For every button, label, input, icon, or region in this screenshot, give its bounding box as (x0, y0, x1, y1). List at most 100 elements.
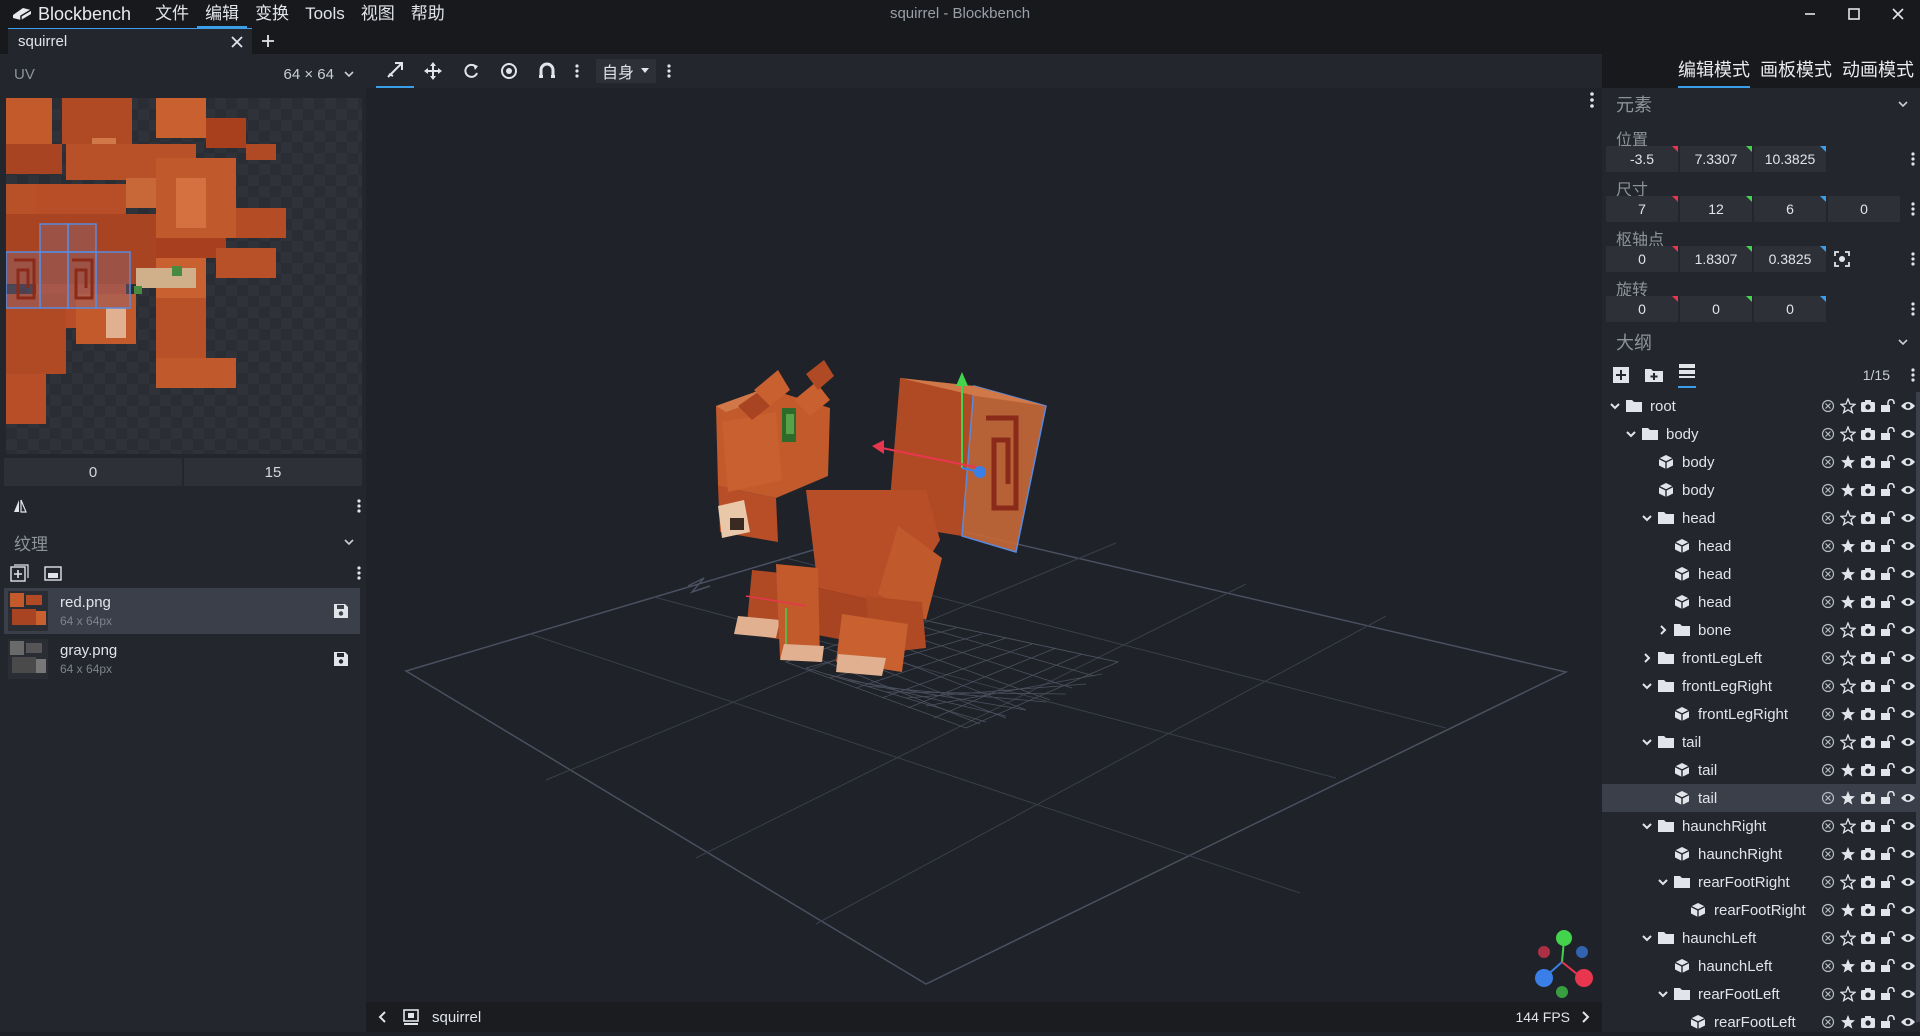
lock-icon[interactable] (1879, 840, 1896, 868)
lock-icon[interactable] (1879, 728, 1896, 756)
outliner-group-row[interactable]: tail (1602, 728, 1920, 756)
visibility-eye-icon[interactable] (1899, 532, 1916, 560)
render-camera-icon[interactable] (1859, 896, 1876, 924)
menu-help[interactable]: 帮助 (403, 0, 453, 28)
chevron-down-icon[interactable] (1656, 868, 1670, 896)
visibility-eye-icon[interactable] (1899, 728, 1916, 756)
outliner-group-row[interactable]: head (1602, 504, 1920, 532)
render-camera-icon[interactable] (1859, 448, 1876, 476)
more-options-icon[interactable] (356, 498, 362, 514)
render-camera-icon[interactable] (1859, 616, 1876, 644)
outliner-cube-row[interactable]: tail (1602, 784, 1920, 812)
export-toggle-icon[interactable] (1819, 924, 1836, 952)
render-camera-icon[interactable] (1859, 560, 1876, 588)
export-toggle-icon[interactable] (1819, 672, 1836, 700)
outliner-group-row[interactable]: body (1602, 420, 1920, 448)
render-camera-icon[interactable] (1859, 756, 1876, 784)
outliner-group-row[interactable]: rearFootLeft (1602, 980, 1920, 1008)
position-z-input[interactable]: 10.3825 (1754, 146, 1826, 172)
shade-star-icon[interactable] (1839, 560, 1856, 588)
more-options-icon[interactable] (1910, 251, 1916, 267)
outliner-cube-row[interactable]: haunchRight (1602, 840, 1920, 868)
render-camera-icon[interactable] (1859, 420, 1876, 448)
lock-icon[interactable] (1879, 756, 1896, 784)
visibility-eye-icon[interactable] (1899, 700, 1916, 728)
outliner-scrollbar[interactable] (1916, 392, 1920, 1022)
visibility-eye-icon[interactable] (1899, 448, 1916, 476)
pivot-x-input[interactable]: 0 (1606, 246, 1678, 272)
lock-icon[interactable] (1879, 560, 1896, 588)
chevron-down-icon[interactable] (1640, 812, 1654, 840)
add-texture-icon[interactable] (10, 564, 30, 582)
add-group-icon[interactable] (1644, 366, 1664, 384)
visibility-eye-icon[interactable] (1899, 784, 1916, 812)
lock-icon[interactable] (1879, 616, 1896, 644)
3d-viewport[interactable] (366, 88, 1602, 1002)
lock-icon[interactable] (1879, 448, 1896, 476)
textures-panel-header[interactable]: 纹理 (0, 522, 366, 562)
menu-transform[interactable]: 变换 (247, 0, 297, 28)
render-camera-icon[interactable] (1859, 728, 1876, 756)
lock-icon[interactable] (1879, 672, 1896, 700)
chevron-down-icon[interactable] (1640, 504, 1654, 532)
save-texture-button[interactable] (328, 603, 354, 619)
lock-icon[interactable] (1879, 392, 1896, 420)
more-options-icon[interactable] (1590, 92, 1594, 108)
lock-icon[interactable] (1879, 476, 1896, 504)
save-texture-button[interactable] (328, 651, 354, 667)
project-tab-squirrel[interactable]: squirrel (8, 28, 252, 54)
menu-edit[interactable]: 编辑 (197, 0, 248, 28)
uv-field-1[interactable]: 15 (184, 458, 362, 486)
chevron-down-icon[interactable] (1656, 980, 1670, 1008)
size-z-input[interactable]: 6 (1754, 196, 1826, 222)
visibility-eye-icon[interactable] (1899, 812, 1916, 840)
visibility-eye-icon[interactable] (1899, 756, 1916, 784)
tool-move[interactable] (414, 54, 452, 88)
more-options-icon[interactable] (356, 565, 362, 581)
render-camera-icon[interactable] (1859, 532, 1876, 560)
export-toggle-icon[interactable] (1819, 476, 1836, 504)
outliner-cube-row[interactable]: body (1602, 448, 1920, 476)
visibility-eye-icon[interactable] (1899, 504, 1916, 532)
chevron-down-icon[interactable] (1640, 672, 1654, 700)
chevron-right-icon[interactable] (1656, 616, 1670, 644)
visibility-eye-icon[interactable] (1899, 896, 1916, 924)
visibility-eye-icon[interactable] (1899, 924, 1916, 952)
outliner-cube-row[interactable]: frontLegRight (1602, 700, 1920, 728)
export-toggle-icon[interactable] (1819, 980, 1836, 1008)
position-y-input[interactable]: 7.3307 (1680, 146, 1752, 172)
shade-star-icon[interactable] (1839, 532, 1856, 560)
shade-star-icon[interactable] (1839, 448, 1856, 476)
outliner-group-row[interactable]: rearFootRight (1602, 868, 1920, 896)
more-options-icon[interactable] (574, 63, 580, 79)
more-options-icon[interactable] (1910, 151, 1916, 167)
uv-editor-canvas[interactable] (5, 98, 362, 454)
shade-star-icon[interactable] (1839, 896, 1856, 924)
tool-pivot[interactable] (490, 54, 528, 88)
pivot-z-input[interactable]: 0.3825 (1754, 246, 1826, 272)
menu-view[interactable]: 视图 (353, 0, 403, 28)
shade-star-icon[interactable] (1839, 588, 1856, 616)
render-camera-icon[interactable] (1859, 868, 1876, 896)
lock-icon[interactable] (1879, 812, 1896, 840)
rotation-x-input[interactable]: 0 (1606, 296, 1678, 322)
render-camera-icon[interactable] (1859, 980, 1876, 1008)
render-camera-icon[interactable] (1859, 644, 1876, 672)
visibility-eye-icon[interactable] (1899, 952, 1916, 980)
visibility-eye-icon[interactable] (1899, 980, 1916, 1008)
visibility-eye-icon[interactable] (1899, 476, 1916, 504)
export-toggle-icon[interactable] (1819, 504, 1836, 532)
lock-icon[interactable] (1879, 784, 1896, 812)
uv-size-select[interactable]: 64 × 64 (284, 66, 356, 83)
lock-icon[interactable] (1879, 504, 1896, 532)
export-toggle-icon[interactable] (1819, 756, 1836, 784)
export-toggle-icon[interactable] (1819, 560, 1836, 588)
shade-star-icon[interactable] (1839, 504, 1856, 532)
outliner-cube-row[interactable]: head (1602, 532, 1920, 560)
outliner-cube-row[interactable]: head (1602, 560, 1920, 588)
texture-item-gray[interactable]: gray.png 64 x 64px (4, 636, 360, 682)
render-camera-icon[interactable] (1859, 672, 1876, 700)
visibility-eye-icon[interactable] (1899, 840, 1916, 868)
visibility-eye-icon[interactable] (1899, 420, 1916, 448)
visibility-eye-icon[interactable] (1899, 560, 1916, 588)
